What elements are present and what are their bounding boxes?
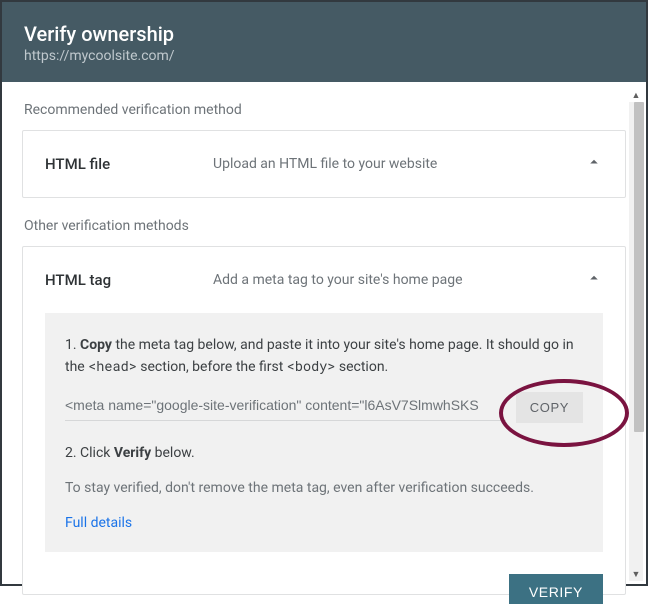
other-methods-label: Other verification methods (24, 218, 624, 234)
recommended-label: Recommended verification method (24, 102, 624, 118)
verify-button[interactable]: VERIFY (509, 574, 603, 604)
html-tag-card: HTML tag Add a meta tag to your site's h… (22, 246, 626, 595)
verification-note: To stay verified, don't remove the meta … (65, 478, 583, 499)
content-area: Recommended verification method HTML fil… (2, 102, 646, 595)
html-file-card: HTML file Upload an HTML file to your we… (22, 130, 626, 198)
step-2-text: 2. Click Verify below. (65, 443, 583, 464)
full-details-link[interactable]: Full details (65, 513, 583, 534)
html-tag-header[interactable]: HTML tag Add a meta tag to your site's h… (23, 247, 625, 313)
scroll-up-icon[interactable]: ▲ (629, 88, 643, 102)
step-1-text: 1. Copy the meta tag below, and paste it… (65, 335, 583, 378)
verify-row: VERIFY (23, 574, 625, 594)
page-title: Verify ownership (24, 22, 624, 46)
html-tag-title: HTML tag (45, 271, 213, 289)
chevron-up-icon (585, 269, 603, 291)
scrollbar-thumb[interactable] (634, 102, 644, 432)
html-tag-desc: Add a meta tag to your site's home page (213, 272, 585, 288)
scroll-down-icon[interactable]: ▼ (629, 567, 643, 581)
site-url: https://mycoolsite.com/ (24, 48, 624, 64)
dialog-header: Verify ownership https://mycoolsite.com/ (2, 2, 646, 82)
html-file-title: HTML file (45, 155, 213, 173)
html-file-header[interactable]: HTML file Upload an HTML file to your we… (23, 131, 625, 197)
copy-button[interactable]: COPY (516, 392, 583, 423)
meta-tag-row: <meta name="google-site-verification" co… (65, 392, 583, 423)
chevron-up-icon (585, 153, 603, 175)
html-tag-body: 1. Copy the meta tag below, and paste it… (45, 313, 603, 552)
html-file-desc: Upload an HTML file to your website (213, 156, 585, 172)
meta-tag-text[interactable]: <meta name="google-site-verification" co… (65, 395, 506, 421)
